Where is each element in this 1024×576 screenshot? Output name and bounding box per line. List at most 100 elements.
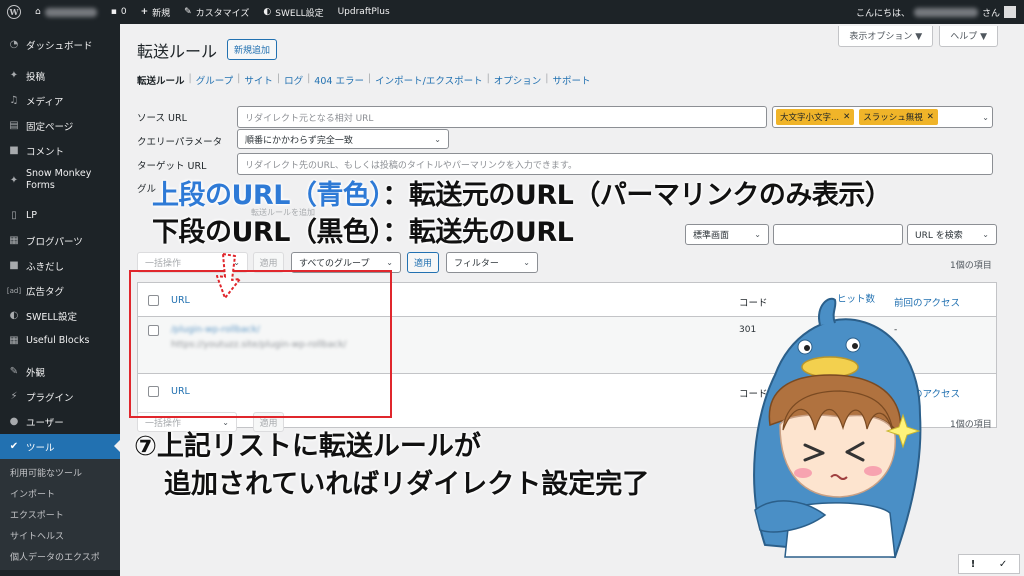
query-param-label: クエリーパラメータ (137, 137, 223, 148)
user-name-blurred (913, 7, 978, 17)
annotation-url-explanation-2: 下段のURL（黒色）：転送先のURL (152, 217, 574, 248)
swell-icon: ◐ (263, 7, 272, 17)
wp-logo-button[interactable]: W (0, 0, 28, 24)
sidebar-item-posts[interactable]: ✦ 投稿 (0, 63, 120, 88)
target-url-input[interactable]: リダイレクト先のURL、もしくは投稿のタイトルやパーマリンクを入力できます。 (237, 153, 993, 175)
updraftplus-button[interactable]: UpdraftPlus (331, 0, 397, 24)
submenu-site-health[interactable]: サイトヘルス (0, 525, 120, 546)
blocks-icon: ▦ (9, 335, 19, 346)
subnav-404[interactable]: 404 エラー (314, 73, 364, 87)
pin-icon: ✦ (9, 70, 19, 81)
tag-ignore-slash[interactable]: スラッシュ無視 ✕ (859, 109, 938, 125)
highlight-box (129, 270, 392, 418)
items-count-top: 1個の項目 (950, 261, 992, 271)
sidebar-item-snow-monkey-forms[interactable]: ✦ Snow Monkey Forms (0, 163, 120, 197)
swell-settings-button[interactable]: ◐ SWELL設定 (256, 0, 330, 24)
plus-icon: + (140, 7, 149, 17)
arrow-down-icon (216, 253, 241, 299)
chevron-down-icon: ⌄ (982, 112, 989, 122)
sidebar-item-useful-blocks[interactable]: ▦ Useful Blocks (0, 328, 120, 353)
match-options-select[interactable]: 大文字小文字... ✕ スラッシュ無視 ✕ ⌄ (772, 106, 993, 128)
account-menu[interactable]: こんにちは、 さん (856, 6, 1024, 19)
target-url-label: ターゲット URL (137, 161, 207, 172)
subnav-redirects[interactable]: 転送ルール (137, 73, 185, 87)
remove-x-icon[interactable]: ✕ (843, 112, 850, 122)
sidebar-item-swell-settings[interactable]: ◐ SWELL設定 (0, 303, 120, 328)
brush-icon: ✎ (9, 366, 19, 377)
alert-icon: ! (970, 558, 976, 570)
sidebar-item-plugins[interactable]: ⚡ プラグイン (0, 384, 120, 409)
subnav-groups[interactable]: グループ (196, 73, 233, 87)
admin-bar: W ⌂ ▪ 0 + 新規 ✎ カスタマイズ ◐ SWELL設定 UpdraftPlus … (0, 0, 1024, 24)
subnav-support[interactable]: サポート (553, 73, 591, 87)
blocks-icon: ▦ (9, 235, 19, 246)
admin-sidebar: ◔ ダッシュボード ✦ 投稿 ♫ メディア ▤ 固定ページ ■ コメント ✦ Snow Mo… (0, 24, 120, 576)
media-icon: ♫ (9, 95, 19, 106)
comment-icon: ■ (9, 145, 19, 156)
sidebar-item-comments[interactable]: ■ コメント (0, 138, 120, 163)
sidebar-item-lp[interactable]: ▯ LP (0, 203, 120, 228)
filter-select[interactable]: フィルター ⌄ (446, 252, 538, 273)
sidebar-item-fukidashi[interactable]: ■ ふきだし (0, 253, 120, 278)
page-title: 転送ルール (137, 42, 218, 61)
tag-case-insensitive[interactable]: 大文字小文字... ✕ (776, 109, 855, 125)
penguin-mascot-illustration (753, 297, 922, 559)
subnav-sites[interactable]: サイト (244, 73, 273, 87)
add-new-button[interactable]: 新規追加 (227, 39, 278, 60)
sidebar-item-tools[interactable]: ✔ ツール (0, 434, 120, 459)
plugin-icon: ⚡ (10, 391, 18, 402)
sidebar-item-users[interactable]: ● ユーザー (0, 409, 120, 434)
comment-icon: ▪ (110, 7, 117, 17)
check-icon: ✓ (998, 558, 1008, 570)
comment-icon: ■ (9, 260, 19, 271)
wrench-icon: ✔ (9, 441, 19, 452)
tools-submenu: 利用可能なツール インポート エクスポート サイトヘルス 個人データのエクスポ (0, 459, 120, 570)
sidebar-item-blog-parts[interactable]: ▦ ブログパーツ (0, 228, 120, 253)
site-name-blurred (44, 7, 97, 17)
home-icon: ⌂ (35, 7, 41, 17)
search-input[interactable] (773, 224, 903, 245)
ad-icon: [ad] (6, 286, 22, 295)
sidebar-item-dashboard[interactable]: ◔ ダッシュボード (0, 32, 120, 57)
chevron-down-icon: ⌄ (434, 134, 441, 144)
subnav-log[interactable]: ログ (284, 73, 303, 87)
display-mode-select[interactable]: 標準画面 ⌄ (685, 224, 769, 245)
chevron-down-icon: ⌄ (982, 230, 989, 239)
submenu-export[interactable]: エクスポート (0, 504, 120, 525)
filter-apply-button[interactable]: 適用 (407, 252, 439, 273)
chevron-down-icon: ⌄ (386, 258, 393, 267)
source-url-input[interactable]: リダイレクト元となる相対 URL (237, 106, 767, 128)
page-icon: ▯ (11, 210, 17, 221)
subsubsub-nav: 転送ルール | グループ | サイト | ログ | 404 エラー | インポート/エクス… (137, 73, 591, 87)
sidebar-item-pages[interactable]: ▤ 固定ページ (0, 113, 120, 138)
remove-x-icon[interactable]: ✕ (927, 112, 934, 122)
search-url-select[interactable]: URL を検索 ⌄ (907, 224, 997, 245)
chevron-down-icon: ⌄ (222, 417, 229, 427)
corner-status-widget[interactable]: ! ✓ (958, 554, 1020, 574)
home-button[interactable]: ⌂ (28, 0, 104, 24)
avatar (1004, 6, 1016, 18)
subnav-options[interactable]: オプション (494, 73, 542, 87)
new-content-button[interactable]: + 新規 (134, 0, 178, 24)
step-caption: ⑦上記リストに転送ルールが 追加されていればリダイレクト設定完了 (134, 431, 650, 500)
items-count-bottom: 1個の項目 (950, 420, 992, 430)
source-url-label: ソース URL (137, 113, 187, 124)
submenu-personal-data-export[interactable]: 個人データのエクスポ (0, 546, 120, 567)
comments-button[interactable]: ▪ 0 (104, 0, 134, 24)
sidebar-item-media[interactable]: ♫ メディア (0, 88, 120, 113)
submenu-import[interactable]: インポート (0, 483, 120, 504)
subnav-import-export[interactable]: インポート/エクスポート (375, 73, 482, 87)
brush-icon: ✎ (184, 7, 192, 17)
chevron-down-icon: ⌄ (754, 230, 761, 239)
dashboard-icon: ◔ (9, 39, 19, 50)
query-param-select[interactable]: 順番にかかわらず完全一致 ⌄ (237, 129, 449, 149)
wordpress-icon: W (7, 5, 21, 19)
submenu-available-tools[interactable]: 利用可能なツール (0, 462, 120, 483)
sidebar-item-ad-tag[interactable]: [ad] 広告タグ (0, 278, 120, 303)
sidebar-item-appearance[interactable]: ✎ 外観 (0, 359, 120, 384)
screen-options-button[interactable]: 表示オプション ▼ (838, 26, 934, 47)
help-button[interactable]: ヘルプ ▼ (939, 26, 998, 47)
user-icon: ● (9, 416, 19, 427)
swell-icon: ◐ (9, 310, 19, 321)
customize-button[interactable]: ✎ カスタマイズ (177, 0, 256, 24)
